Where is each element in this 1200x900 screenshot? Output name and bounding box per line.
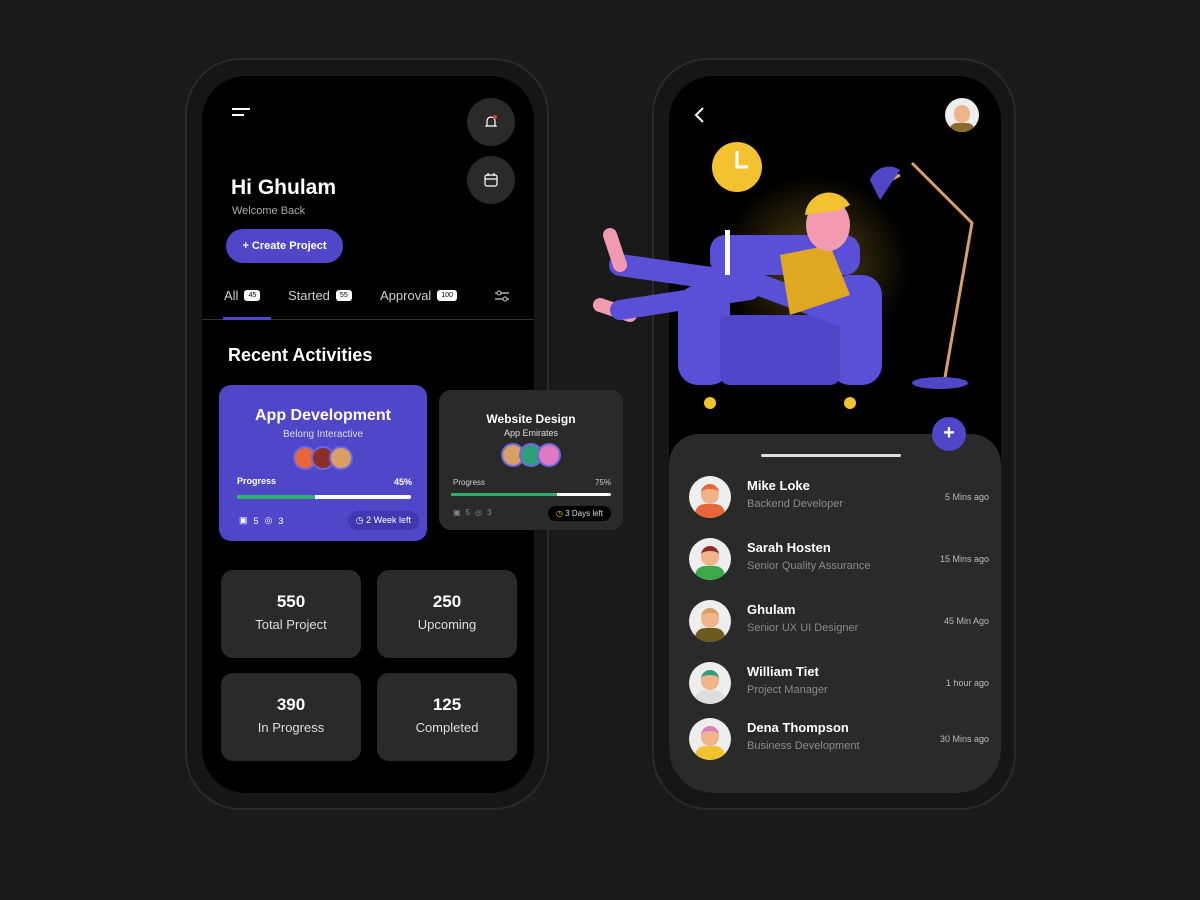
file-count: 5	[253, 515, 259, 526]
stat-value: 390	[276, 695, 306, 714]
notification-button[interactable]	[467, 98, 515, 146]
stat-value: 250	[432, 592, 462, 611]
deadline-text: 2 Week left	[366, 515, 411, 525]
back-arrow-icon[interactable]	[693, 106, 707, 124]
member-time: 1 hour ago	[945, 678, 989, 688]
create-project-button[interactable]: + Create Project	[226, 229, 343, 263]
stat-label: Completed	[415, 720, 479, 735]
team-member-row[interactable]: Dena Thompson Business Development 30 Mi…	[689, 718, 989, 768]
deadline-badge: ◷ 3 Days left	[548, 506, 611, 521]
menu-icon[interactable]	[232, 108, 250, 116]
add-member-button[interactable]: +	[932, 417, 966, 451]
member-name: Mike Loke	[747, 478, 810, 493]
member-time: 45 Min Ago	[943, 616, 989, 626]
member-time: 30 Mins ago	[939, 734, 989, 744]
comment-icon: ◎	[264, 515, 273, 525]
team-member-row[interactable]: Ghulam Senior UX UI Designer 45 Min Ago	[689, 600, 989, 650]
progress-value: 45%	[393, 477, 412, 487]
section-title: Recent Activities	[228, 345, 373, 365]
tab-started[interactable]: Started 55	[288, 288, 352, 303]
relaxing-person-illustration	[593, 142, 974, 409]
team-avatars	[439, 443, 623, 472]
stat-value: 125	[432, 695, 462, 714]
progress-label: Progress	[237, 476, 277, 486]
team-member-row[interactable]: William Tiet Project Manager 1 hour ago	[689, 662, 989, 712]
stat-value: 550	[276, 592, 306, 611]
bell-icon	[484, 115, 498, 127]
progress-bar	[237, 495, 411, 499]
filter-icon[interactable]	[494, 289, 510, 303]
member-role: Senior Quality Assurance	[747, 560, 871, 572]
member-name: Sarah Hosten	[747, 540, 831, 555]
comment-count: 3	[487, 508, 492, 517]
member-time: 5 Mins ago	[944, 492, 989, 502]
profile-avatar[interactable]	[945, 98, 979, 132]
team-member-row[interactable]: Mike Loke Backend Developer 5 Mins ago	[689, 476, 989, 526]
stat-in-progress[interactable]: 390 In Progress	[221, 673, 361, 761]
avatar	[689, 662, 731, 704]
stat-upcoming[interactable]: 250 Upcoming	[377, 570, 517, 658]
project-card-app-development[interactable]: App Development Belong Interactive Progr…	[219, 385, 427, 541]
file-count: 5	[465, 508, 471, 517]
progress-value: 75%	[594, 478, 611, 487]
member-role: Senior UX UI Designer	[747, 622, 859, 634]
member-name: William Tiet	[747, 664, 819, 679]
team-list-panel: Mike Loke Backend Developer 5 Mins ago S…	[669, 434, 1001, 793]
calendar-button[interactable]	[467, 156, 515, 204]
armchair-icon	[678, 235, 882, 409]
tab-count: 55	[335, 290, 352, 301]
stat-label: In Progress	[257, 720, 325, 735]
stat-completed[interactable]: 125 Completed	[377, 673, 517, 761]
calendar-icon	[484, 173, 498, 187]
member-name: Ghulam	[747, 602, 796, 617]
progress-bar	[451, 493, 611, 496]
avatar	[689, 600, 731, 642]
comment-count: 3	[278, 515, 284, 526]
drag-handle[interactable]	[761, 454, 901, 457]
tab-label: Started	[288, 288, 330, 303]
avatar	[689, 718, 731, 760]
card-title: App Development	[254, 407, 391, 424]
stat-label: Upcoming	[417, 617, 477, 632]
welcome-text: Welcome Back	[232, 205, 306, 217]
deadline-text: 3 Days left	[565, 509, 603, 518]
progress-label: Progress	[453, 478, 486, 487]
comment-icon: ◎	[475, 508, 482, 517]
clock-icon	[712, 142, 762, 192]
stat-label: Total Project	[255, 617, 327, 632]
member-role: Project Manager	[747, 684, 828, 696]
tab-count: 45	[244, 290, 261, 301]
file-icon: ▣	[453, 508, 461, 517]
card-meta: ▣ 5 ◎ 3	[453, 508, 491, 517]
plus-icon: +	[943, 422, 955, 444]
team-member-row[interactable]: Sarah Hosten Senior Quality Assurance 15…	[689, 538, 989, 588]
file-icon: ▣	[239, 515, 248, 525]
member-role: Backend Developer	[747, 498, 844, 510]
card-company: Belong Interactive	[282, 429, 364, 440]
card-company: App Emirates	[503, 428, 559, 438]
active-tab-indicator	[223, 317, 271, 320]
deadline-badge: ◷ 2 Week left	[347, 511, 419, 530]
tab-label: Approval	[380, 288, 432, 303]
avatar	[689, 538, 731, 580]
clock-icon: ◷	[355, 515, 367, 525]
clock-icon: ◷	[556, 509, 566, 518]
member-time: 15 Mins ago	[939, 554, 989, 564]
tab-approval[interactable]: Approval 100	[380, 288, 457, 303]
avatar	[689, 476, 731, 518]
greeting: Hi Ghulam	[231, 176, 337, 199]
tab-label: All	[224, 288, 239, 303]
member-role: Business Development	[747, 740, 860, 752]
card-meta: ▣ 5 ◎ 3	[239, 515, 283, 526]
stat-total-project[interactable]: 550 Total Project	[221, 570, 361, 658]
team-avatars	[219, 446, 427, 475]
member-name: Dena Thompson	[747, 720, 849, 735]
tab-all[interactable]: All 45	[224, 288, 261, 303]
tab-count: 100	[437, 290, 457, 301]
